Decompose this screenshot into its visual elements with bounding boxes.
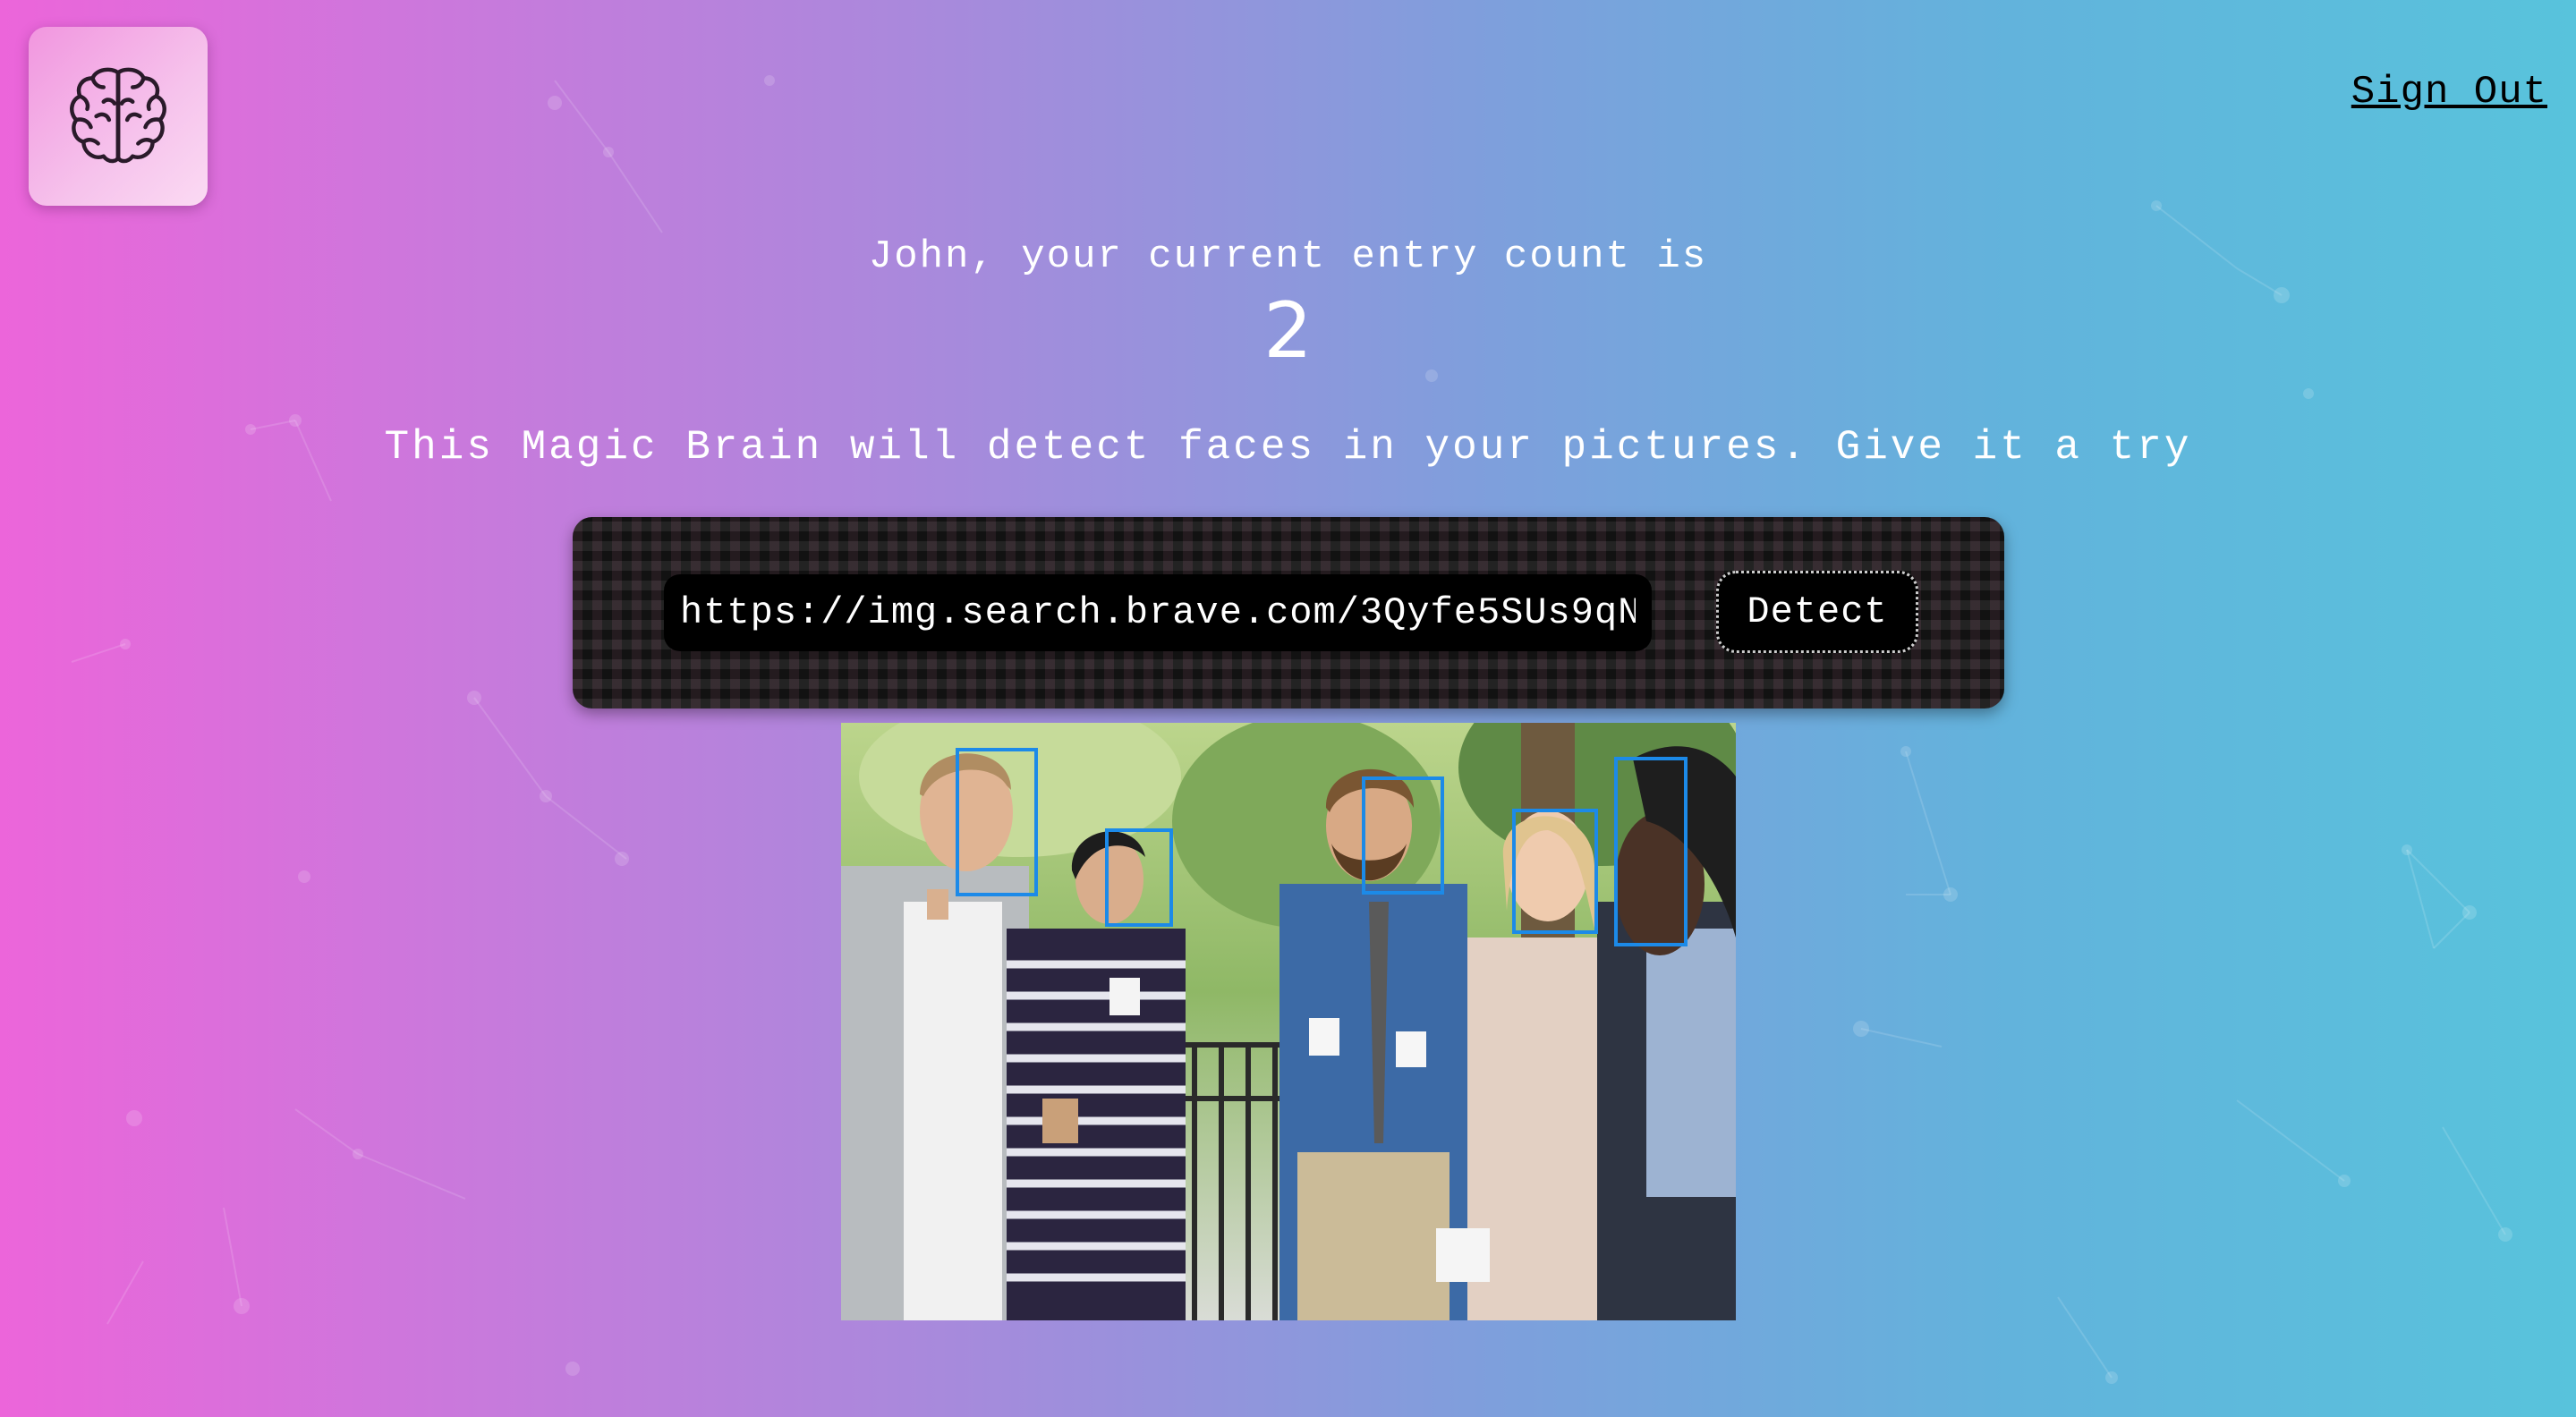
image-url-form: Detect <box>573 517 2004 708</box>
brain-icon <box>70 67 166 164</box>
brain-logo <box>29 27 208 206</box>
sign-out-link[interactable]: Sign Out <box>2351 70 2547 115</box>
face-detection-result <box>841 723 1736 1320</box>
detect-button[interactable]: Detect <box>1716 571 1918 653</box>
group-photo-image <box>841 723 1736 1320</box>
entry-count-value: 2 <box>1263 286 1313 376</box>
entry-count-message: John, your current entry count is <box>868 234 1708 279</box>
image-url-input[interactable] <box>664 574 1652 651</box>
app-description: This Magic Brain will detect faces in yo… <box>384 424 2192 471</box>
